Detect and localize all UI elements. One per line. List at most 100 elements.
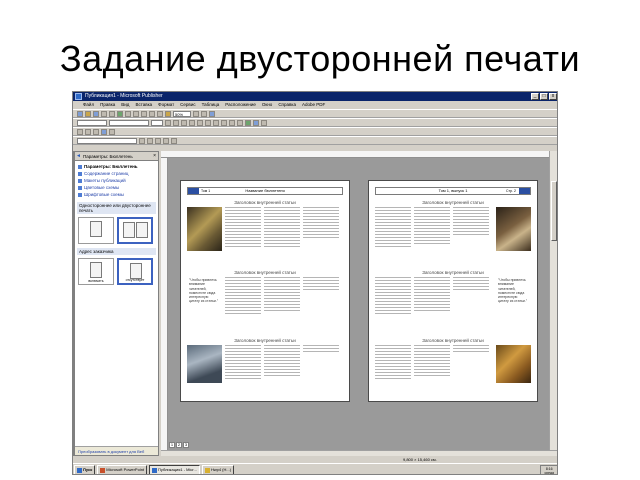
page-3-button[interactable]: 3 <box>183 442 189 448</box>
select-icon[interactable] <box>77 128 83 135</box>
taskbar-powerpoint[interactable]: Microsoft PowerPoint <box>97 465 148 474</box>
menu-view[interactable]: Вид <box>121 101 129 109</box>
article-block[interactable]: Заголовок внутренней статьи <box>375 337 531 405</box>
help-icon[interactable] <box>209 110 215 117</box>
article-block[interactable]: Заголовок внутренней статьи <box>187 199 343 267</box>
align-left-icon[interactable] <box>189 119 195 126</box>
back-arrow-icon[interactable]: ◄ <box>76 152 81 161</box>
font-color-icon[interactable] <box>261 119 267 126</box>
zoom-in-icon[interactable] <box>201 110 207 117</box>
task-item-options[interactable]: Параметры: Бюллетень <box>78 163 155 170</box>
windows-logo-icon <box>77 467 82 473</box>
minimize-button[interactable]: _ <box>531 93 539 100</box>
newsletter-header: Том 1 Название бюллетеня <box>187 187 343 195</box>
spell-check-icon[interactable] <box>117 110 123 117</box>
justify-icon[interactable] <box>213 119 219 126</box>
start-label: Пуск <box>83 467 93 472</box>
menu-insert[interactable]: Вставка <box>135 101 152 109</box>
align-center-icon[interactable] <box>197 119 203 126</box>
indent-icon[interactable] <box>237 119 243 126</box>
zoom-select[interactable]: 50% <box>173 110 191 117</box>
underline-icon[interactable] <box>181 119 187 126</box>
layout-field[interactable] <box>77 137 137 144</box>
document-canvas[interactable]: Том 1 Название бюллетеня Заголовок внутр… <box>168 158 549 450</box>
customer-address-heading: Адрес заказчика <box>77 248 156 255</box>
task-item-label: Макеты публикаций <box>84 178 126 183</box>
start-button[interactable]: Пуск <box>74 465 96 474</box>
taskbar-publisher[interactable]: Публикация1 - Micr... <box>149 465 200 474</box>
menu-format[interactable]: Формат <box>158 101 174 109</box>
article-columns <box>225 277 339 333</box>
font-select[interactable] <box>109 119 149 126</box>
print-icon[interactable] <box>101 110 107 117</box>
menu-file[interactable]: Файл <box>83 101 94 109</box>
rectangle-icon[interactable] <box>163 137 169 144</box>
wordart-icon[interactable] <box>101 128 107 135</box>
arrow-icon[interactable] <box>147 137 153 144</box>
one-sided-option[interactable] <box>78 217 114 244</box>
bold-icon[interactable] <box>165 119 171 126</box>
taskbar-third-app[interactable]: Hwp4 (Н...) <box>201 465 235 474</box>
task-item-color-schemes[interactable]: Цветовые схемы <box>78 184 155 191</box>
menu-help[interactable]: Справка <box>278 101 296 109</box>
paste-icon[interactable] <box>141 110 147 117</box>
article-block[interactable]: Заголовок внутренней статьи <box>375 199 531 267</box>
address-include-option[interactable]: включить <box>78 258 114 285</box>
single-page-icon <box>90 221 102 237</box>
font-size-select[interactable] <box>151 119 163 126</box>
system-tray-clock[interactable]: 8:16 среда <box>540 465 557 474</box>
article-block[interactable]: Заголовок внутренней статьи "Чтобы привл… <box>187 269 343 337</box>
close-pane-icon[interactable]: × <box>153 152 156 161</box>
line-icon[interactable] <box>139 137 145 144</box>
address-none-option[interactable]: отсутствует <box>117 258 153 285</box>
task-item-designs[interactable]: Макеты публикаций <box>78 177 155 184</box>
convert-to-web-link[interactable]: Преобразовать в документ для Веб <box>75 446 158 455</box>
menu-window[interactable]: Окно <box>262 101 272 109</box>
copy-icon[interactable] <box>133 110 139 117</box>
scroll-thumb[interactable] <box>551 181 557 241</box>
article-columns <box>375 207 489 263</box>
text-box-icon[interactable] <box>85 128 91 135</box>
taskbar-label: Hwp4 (Н...) <box>210 467 232 472</box>
redo-icon[interactable] <box>157 110 163 117</box>
article-block[interactable]: Заголовок внутренней статьи <box>187 337 343 405</box>
page-spread-right[interactable]: Стр. 2 Том 1, выпуск 1 Заголовок внутрен… <box>368 180 538 402</box>
preview-icon[interactable] <box>109 110 115 117</box>
page-1-button[interactable]: 1 <box>169 442 175 448</box>
page-left-icon <box>123 222 135 238</box>
insert-picture-icon[interactable] <box>165 110 171 117</box>
task-item-font-schemes[interactable]: Шрифтовые схемы <box>78 191 155 198</box>
numbering-icon[interactable] <box>221 119 227 126</box>
formatting-toolbar <box>73 118 557 127</box>
menu-edit[interactable]: Правка <box>100 101 115 109</box>
menu-arrange[interactable]: Расположение <box>225 101 256 109</box>
cut-icon[interactable] <box>125 110 131 117</box>
page-2-button[interactable]: 2 <box>176 442 182 448</box>
undo-icon[interactable] <box>149 110 155 117</box>
save-icon[interactable] <box>93 110 99 117</box>
new-icon[interactable] <box>77 110 83 117</box>
italic-icon[interactable] <box>173 119 179 126</box>
fill-color-icon[interactable] <box>245 119 251 126</box>
autoshapes-icon[interactable] <box>171 137 177 144</box>
close-button[interactable]: x <box>549 93 557 100</box>
vertical-scrollbar[interactable] <box>549 151 557 450</box>
line-color-icon[interactable] <box>253 119 259 126</box>
window-title: Публикация1 - Microsoft Publisher <box>85 93 163 99</box>
oval-icon[interactable] <box>155 137 161 144</box>
open-icon[interactable] <box>85 110 91 117</box>
bullets-icon[interactable] <box>229 119 235 126</box>
article-block[interactable]: Заголовок внутренней статьи "Чтобы привл… <box>375 269 531 337</box>
style-select[interactable] <box>77 119 107 126</box>
two-sided-option[interactable] <box>117 217 153 244</box>
zoom-out-icon[interactable] <box>193 110 199 117</box>
picture-frame-icon[interactable] <box>109 128 115 135</box>
align-right-icon[interactable] <box>205 119 211 126</box>
table-icon[interactable] <box>93 128 99 135</box>
menu-tools[interactable]: Сервис <box>180 101 195 109</box>
task-item-page-content[interactable]: Содержание страниц <box>78 170 155 177</box>
maximize-button[interactable]: □ <box>540 93 548 100</box>
menu-adobe-pdf[interactable]: Adobe PDF <box>302 101 325 109</box>
page-spread-left[interactable]: Том 1 Название бюллетеня Заголовок внутр… <box>180 180 350 402</box>
menu-table[interactable]: Таблица <box>202 101 220 109</box>
